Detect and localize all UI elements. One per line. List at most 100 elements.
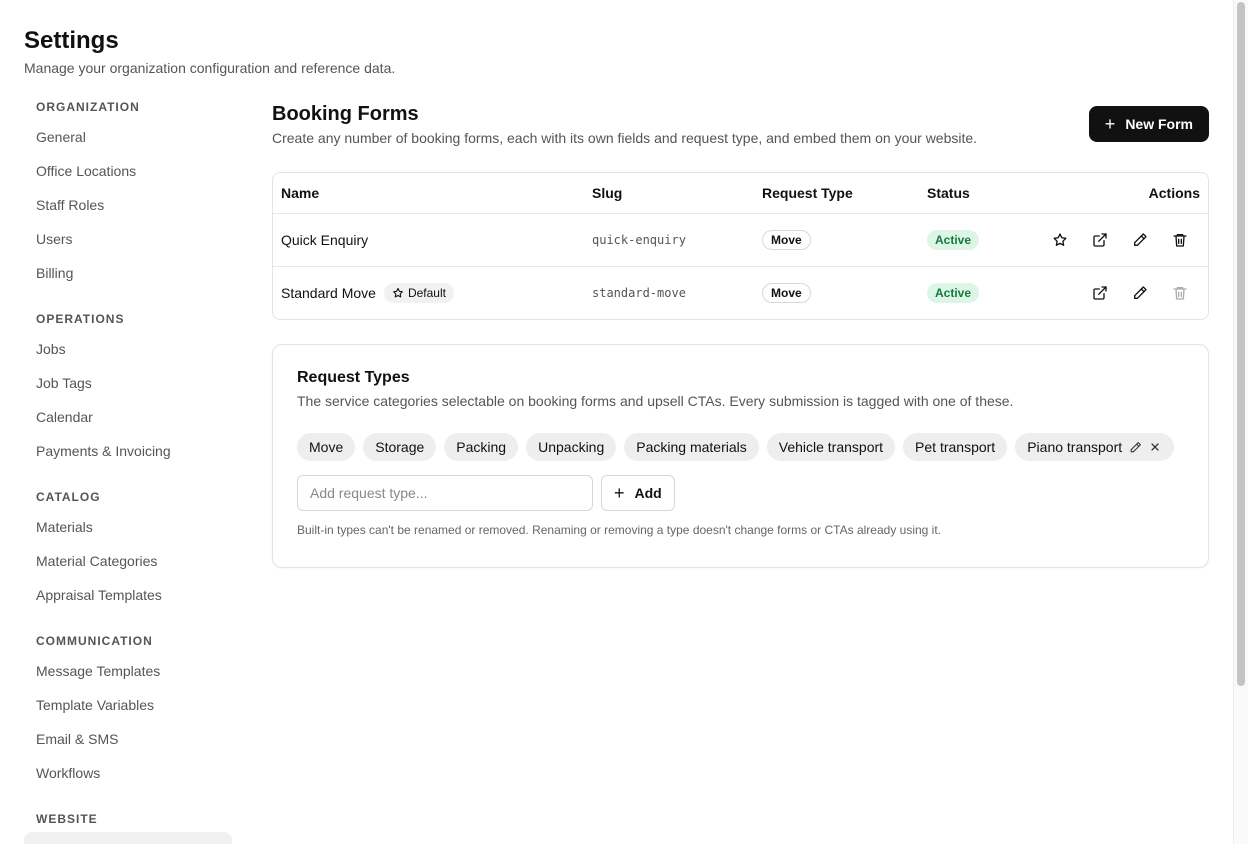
request-type-chip-move: Move — [297, 433, 356, 461]
booking-forms-title: Booking Forms — [272, 103, 419, 125]
new-form-button[interactable]: + New Form — [1088, 106, 1209, 142]
nav-section-operations: OPERATIONS Jobs Job Tags Calendar Payments &… — [24, 306, 232, 468]
request-type-chip-packing: Packing — [444, 433, 519, 461]
default-label: Default — [407, 286, 446, 300]
request-type-chip-vehicle-transport: Vehicle transport — [766, 433, 896, 461]
booking-forms-header: Booking Forms Create any number of booki… — [272, 100, 1209, 172]
nav-section-website: WEBSITE Booking Forms — [24, 806, 232, 844]
status-cell: Active — [927, 283, 1037, 303]
request-types-card: Request Types The service categories sel… — [272, 344, 1209, 568]
row-actions — [1037, 224, 1208, 256]
chip-label: Vehicle transport — [778, 439, 884, 455]
nav-section-title: ORGANIZATION — [36, 100, 140, 114]
request-type-chip: Move — [762, 283, 811, 303]
trash-icon — [1172, 285, 1188, 301]
page-header: Settings Manage your organization config… — [24, 26, 395, 76]
status-badge: Active — [927, 230, 980, 250]
request-types-title: Request Types — [297, 369, 410, 386]
sidebar-item-office-locations[interactable]: Office Locations — [24, 154, 232, 188]
sidebar-item-calendar[interactable]: Calendar — [24, 400, 232, 434]
sidebar-item-materials[interactable]: Materials — [24, 510, 232, 544]
chip-label: Move — [309, 439, 344, 455]
sidebar-item-message-templates[interactable]: Message Templates — [24, 654, 232, 688]
sidebar-item-job-tags[interactable]: Job Tags — [24, 366, 232, 400]
request-type-cell: Move — [762, 230, 927, 250]
form-slug: quick-enquiry — [592, 233, 686, 247]
request-type-chip-storage: Storage — [363, 433, 437, 461]
nav-section-title: COMMUNICATION — [36, 634, 153, 648]
sidebar-item-general[interactable]: General — [24, 120, 232, 154]
nav-section-communication: COMMUNICATION Message Templates Template V… — [24, 628, 232, 790]
row-actions — [1037, 277, 1208, 309]
main-content: Booking Forms Create any number of booki… — [272, 100, 1209, 568]
default-badge: Default — [383, 283, 454, 303]
chip-label: Unpacking — [538, 439, 605, 455]
open-form-button[interactable] — [1080, 277, 1120, 309]
status-badge: Active — [927, 283, 980, 303]
sidebar-item-billing[interactable]: Billing — [24, 256, 232, 290]
pencil-icon — [1132, 232, 1148, 248]
table-row: Standard Move Default standard-move Move Act… — [273, 266, 1208, 319]
chip-label: Packing materials — [636, 439, 747, 455]
close-icon[interactable] — [1148, 440, 1162, 454]
sidebar-item-workflows[interactable]: Workflows — [24, 756, 232, 790]
open-form-button[interactable] — [1080, 224, 1120, 256]
chip-label: Pet transport — [915, 439, 996, 455]
column-header-slug: Slug — [592, 185, 623, 201]
chip-label: Storage — [375, 439, 425, 455]
new-form-label: New Form — [1125, 116, 1193, 132]
add-request-type-row: + Add — [297, 475, 1184, 511]
edit-form-button[interactable] — [1120, 224, 1160, 256]
request-type-chip: Move — [762, 230, 811, 250]
request-type-chip-piano-transport: Piano transport — [1015, 433, 1175, 461]
status-cell: Active — [927, 230, 1037, 250]
booking-forms-table: Name Slug Request Type Status Actions Qu… — [272, 172, 1209, 320]
request-type-chip-unpacking: Unpacking — [526, 433, 617, 461]
table-row: Quick Enquiry quick-enquiry Move Active — [273, 213, 1208, 266]
chip-label: Piano transport — [1027, 439, 1123, 455]
table-header-row: Name Slug Request Type Status Actions — [273, 173, 1208, 213]
booking-forms-description: Create any number of booking forms, each… — [272, 130, 978, 146]
pencil-icon[interactable] — [1128, 440, 1142, 454]
sidebar-item-booking-forms[interactable]: Booking Forms — [24, 832, 232, 844]
edit-form-button[interactable] — [1120, 277, 1160, 309]
nav-section-title: OPERATIONS — [36, 312, 125, 326]
request-type-chip-pet-transport: Pet transport — [903, 433, 1008, 461]
sidebar-item-appraisal-templates[interactable]: Appraisal Templates — [24, 578, 232, 612]
nav-section-title: WEBSITE — [36, 812, 98, 826]
form-name: Standard Move — [281, 285, 376, 301]
plus-icon: + — [614, 483, 625, 503]
sidebar-item-template-variables[interactable]: Template Variables — [24, 688, 232, 722]
settings-sidebar: ORGANIZATION General Office Locations Staff… — [24, 94, 232, 844]
sidebar-item-email-and-sms[interactable]: Email & SMS — [24, 722, 232, 756]
star-icon — [1052, 232, 1068, 248]
chip-label: Packing — [456, 439, 507, 455]
page-scrollbar[interactable] — [1233, 0, 1248, 844]
form-name: Quick Enquiry — [281, 232, 369, 248]
nav-section-organization: ORGANIZATION General Office Locations Staff… — [24, 94, 232, 290]
plus-icon: + — [1104, 114, 1116, 134]
sidebar-item-users[interactable]: Users — [24, 222, 232, 256]
page-subtitle: Manage your organization configuration a… — [24, 60, 396, 76]
request-type-chip-packing-materials: Packing materials — [624, 433, 759, 461]
pencil-icon — [1132, 285, 1148, 301]
set-default-button[interactable] — [1040, 224, 1080, 256]
sidebar-item-material-categories[interactable]: Material Categories — [24, 544, 232, 578]
sidebar-item-payments-and-invoicing[interactable]: Payments & Invoicing — [24, 434, 232, 468]
star-icon — [392, 287, 404, 299]
form-name-cell: Standard Move Default — [273, 283, 592, 303]
column-header-status: Status — [927, 185, 970, 201]
form-slug: standard-move — [592, 286, 686, 300]
column-header-actions: Actions — [1148, 185, 1200, 201]
nav-section-title: CATALOG — [36, 490, 101, 504]
sidebar-item-staff-roles[interactable]: Staff Roles — [24, 188, 232, 222]
delete-form-button[interactable] — [1160, 224, 1200, 256]
external-link-icon — [1092, 285, 1108, 301]
sidebar-item-jobs[interactable]: Jobs — [24, 332, 232, 366]
add-request-type-button[interactable]: + Add — [601, 475, 675, 511]
table-body: Quick Enquiry quick-enquiry Move Active Stan… — [273, 213, 1208, 319]
scrollbar-thumb[interactable] — [1237, 2, 1245, 686]
column-header-request-type: Request Type — [762, 185, 853, 201]
add-request-type-input[interactable] — [297, 475, 593, 511]
external-link-icon — [1092, 232, 1108, 248]
